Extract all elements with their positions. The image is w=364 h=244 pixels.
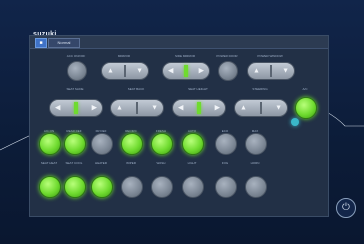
rocker-button[interactable]: ▲ ▼ xyxy=(234,99,288,117)
round-button[interactable] xyxy=(245,133,267,155)
control-label: FOG xyxy=(221,161,229,165)
round-button[interactable] xyxy=(64,176,86,198)
control-label: SEAT HEAT xyxy=(40,161,58,165)
arrow-up-icon: ▲ xyxy=(253,67,260,75)
control-label: POWER WINDOW xyxy=(257,54,283,58)
device-panel: suzuki ■ Normal ACC ON/OFFMIRROR▲▼SIDE M… xyxy=(0,0,364,244)
rocker-button[interactable]: ◀ ▶ xyxy=(172,99,226,117)
round-button[interactable] xyxy=(39,176,61,198)
round-button[interactable] xyxy=(215,176,237,198)
round-button[interactable] xyxy=(67,61,87,81)
arrow-up-icon: ▲ xyxy=(240,104,247,112)
control-label: SEAT SLIDE xyxy=(66,87,84,91)
round-button[interactable] xyxy=(39,133,61,155)
arrow-left-icon: ◀ xyxy=(55,104,61,112)
touch-screen: ■ Normal ACC ON/OFF MIRROR ▲ ▼ SIDE MIRROR ◀ ▶… xyxy=(29,35,329,217)
round-button[interactable] xyxy=(215,133,237,155)
round-button[interactable] xyxy=(151,176,173,198)
round-button[interactable] xyxy=(91,176,113,198)
arrow-left-icon: ◀ xyxy=(178,104,184,112)
arrow-right-icon: ▶ xyxy=(214,104,220,112)
round-button[interactable] xyxy=(218,61,238,81)
home-button[interactable]: ■ xyxy=(35,38,47,48)
control-label: HORN xyxy=(250,161,260,165)
control-label: SEAT COOL xyxy=(65,161,83,165)
mode-tab[interactable]: Normal xyxy=(48,38,80,48)
screen-topbar: ■ Normal xyxy=(30,36,328,49)
rocker-button[interactable]: ◀ ▶ xyxy=(49,99,103,117)
arrow-up-icon: ▲ xyxy=(116,104,123,112)
rocker-button[interactable]: ▲ ▼ xyxy=(110,99,164,117)
rocker-button[interactable]: ▲ ▼ xyxy=(101,62,149,80)
indicator-knob[interactable] xyxy=(291,118,299,126)
control-label: HEATER xyxy=(95,161,107,165)
power-icon[interactable]: ⏻ xyxy=(336,198,356,218)
arrow-down-icon: ▼ xyxy=(282,67,289,75)
round-button[interactable] xyxy=(151,133,173,155)
rocker-button[interactable]: ◀ ▶ xyxy=(162,62,210,80)
control-label: WIPER xyxy=(126,161,136,165)
arrow-right-icon: ▶ xyxy=(91,104,97,112)
arrow-left-icon: ◀ xyxy=(168,67,174,75)
arrow-right-icon: ▶ xyxy=(198,67,204,75)
round-button[interactable] xyxy=(182,133,204,155)
control-label: MIRROR xyxy=(117,54,131,58)
round-button[interactable] xyxy=(121,133,143,155)
control-label: A/C xyxy=(302,87,308,91)
arrow-up-icon: ▲ xyxy=(107,67,114,75)
rocker-button[interactable]: ▲ ▼ xyxy=(247,62,295,80)
round-button[interactable] xyxy=(182,176,204,198)
control-label: SEAT BACK xyxy=(127,87,145,91)
control-label: SEAT HEIGHT xyxy=(188,87,208,91)
control-label: ACC ON/OFF xyxy=(66,54,86,58)
round-button[interactable] xyxy=(121,176,143,198)
round-button[interactable] xyxy=(91,133,113,155)
control-label: WASH xyxy=(156,161,166,165)
round-button[interactable] xyxy=(295,97,317,119)
control-label: STEERING xyxy=(252,87,268,91)
round-button[interactable] xyxy=(64,133,86,155)
control-label: LIGHT xyxy=(187,161,197,165)
arrow-down-icon: ▼ xyxy=(151,104,158,112)
control-label: SIDE MIRROR xyxy=(174,54,196,58)
round-button[interactable] xyxy=(245,176,267,198)
control-label: POWER DOOR xyxy=(216,54,238,58)
arrow-down-icon: ▼ xyxy=(275,104,282,112)
arrow-down-icon: ▼ xyxy=(136,67,143,75)
